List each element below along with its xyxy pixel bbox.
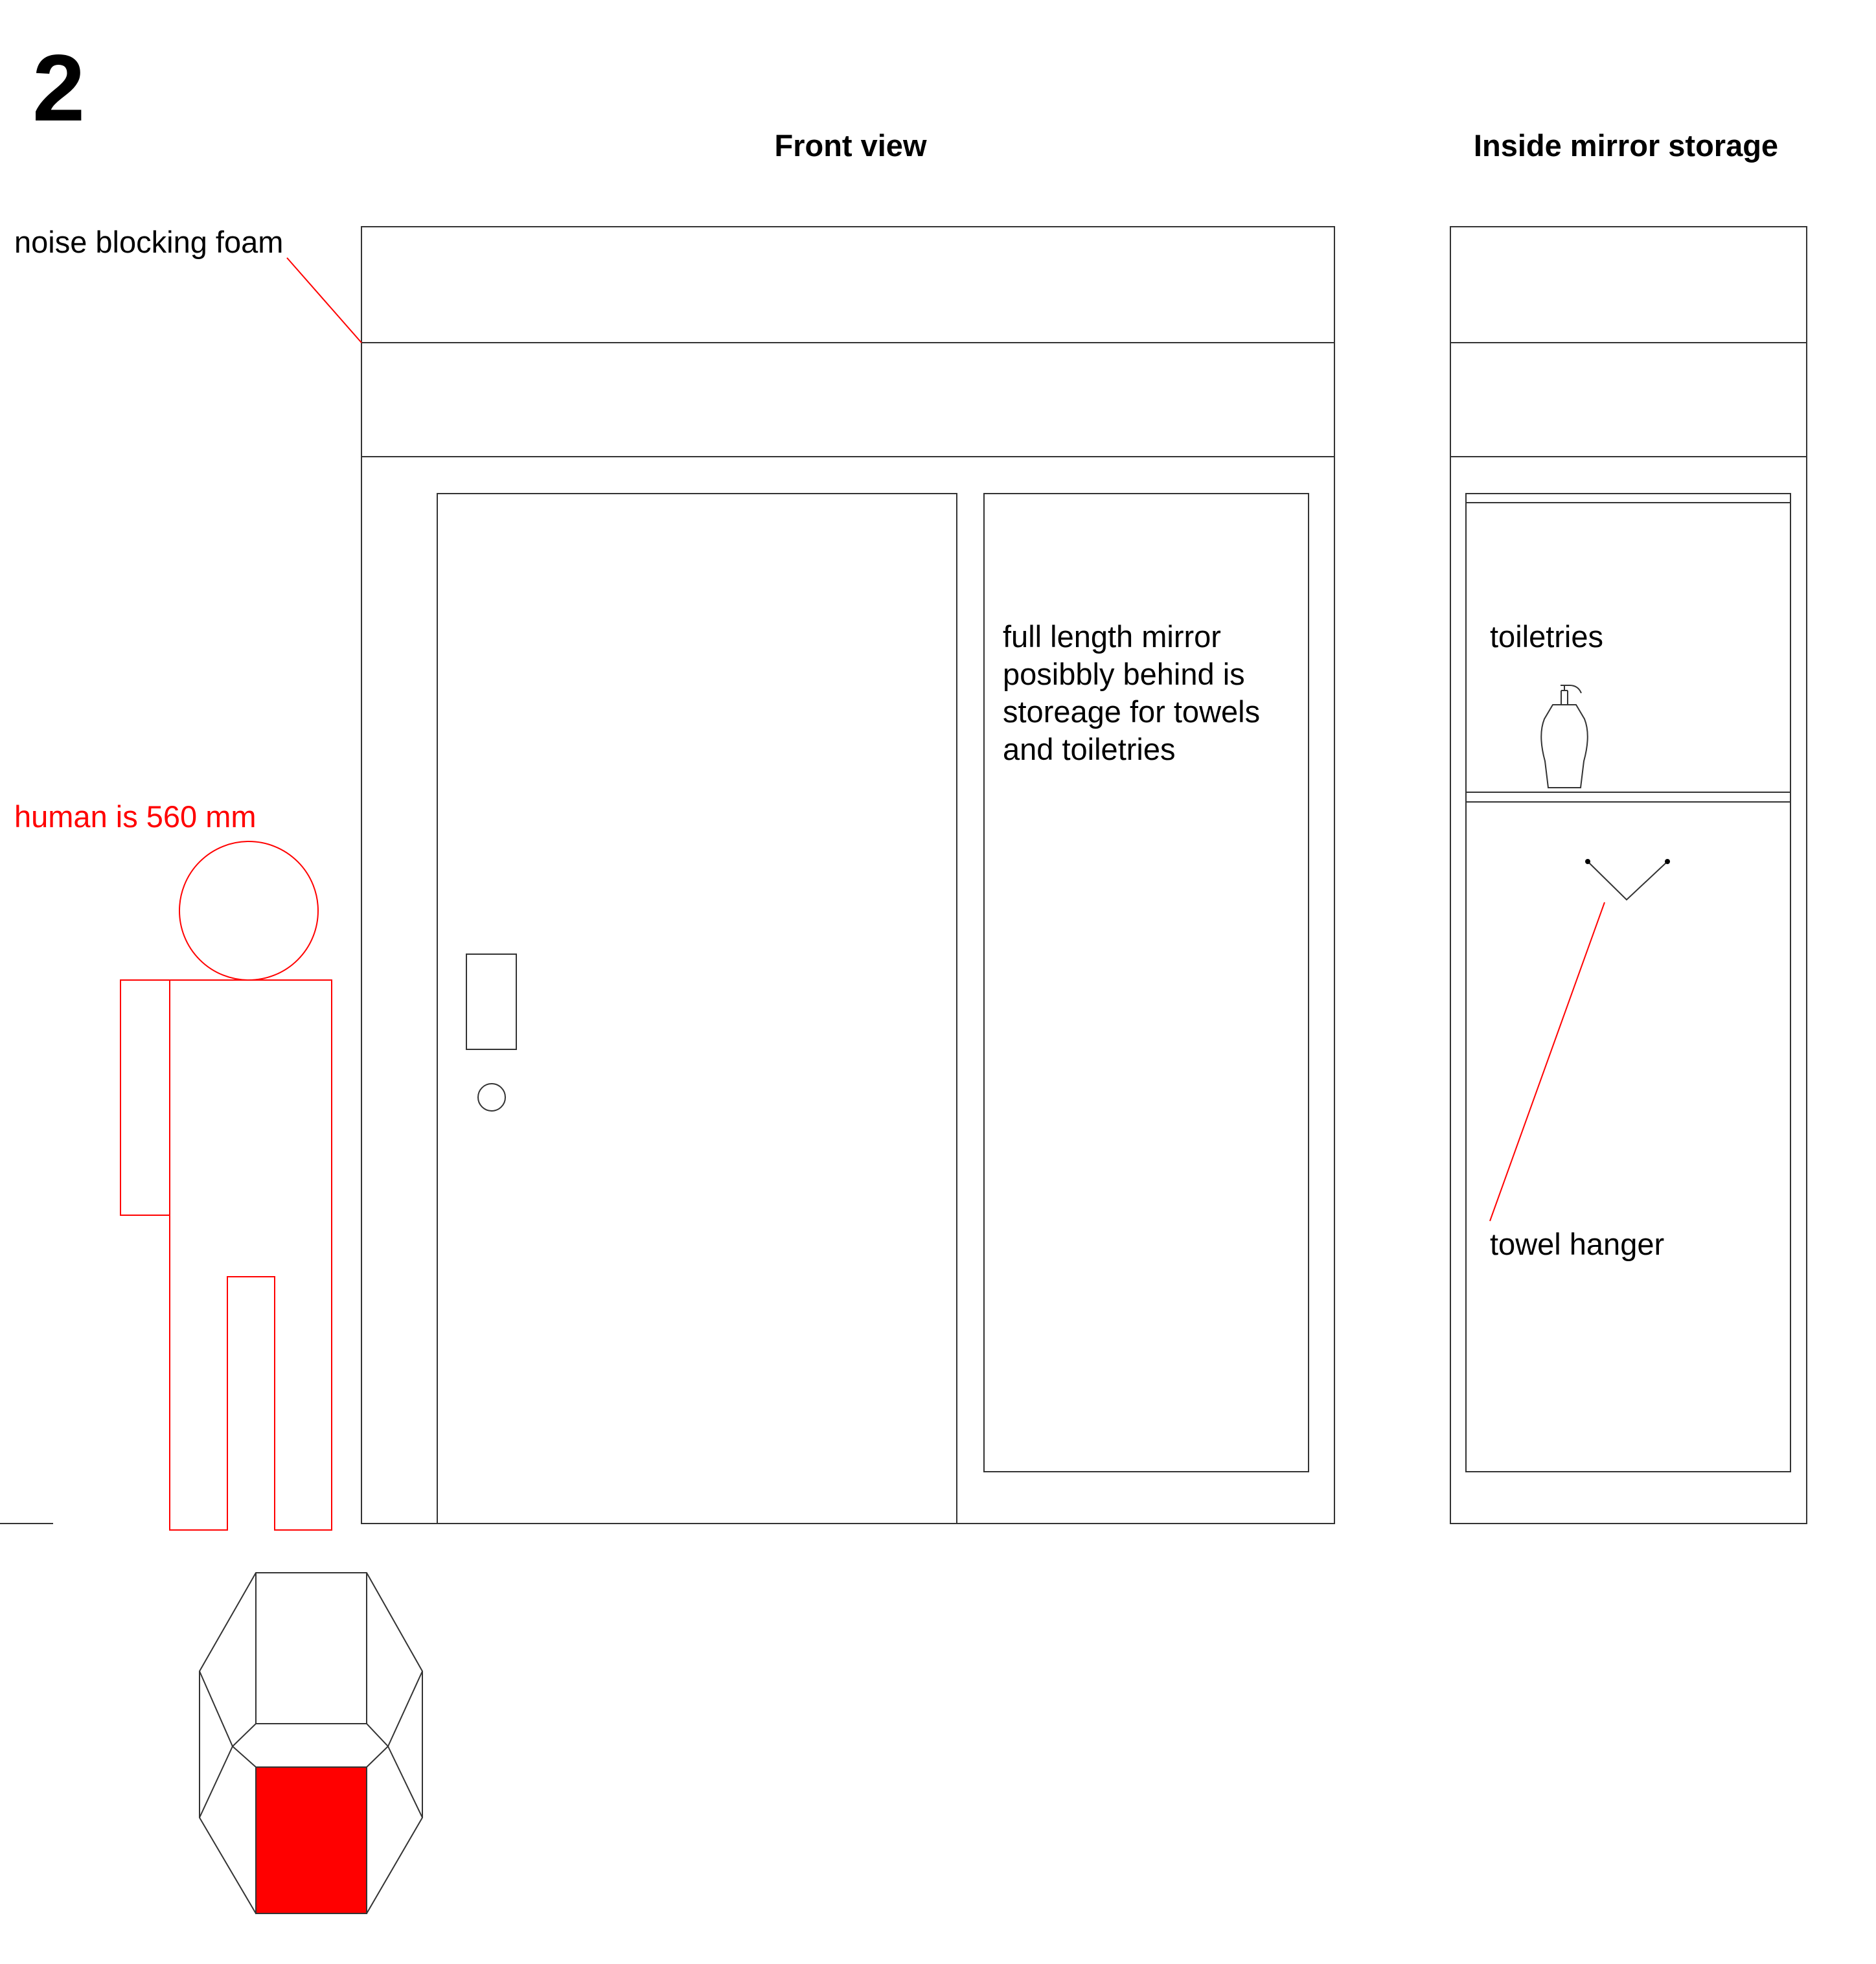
storage-frame	[1450, 226, 1807, 1524]
mirror-note-line-3: storeage for towels	[1003, 694, 1260, 729]
page-number: 2	[32, 35, 85, 141]
front-view-elevation	[361, 226, 1335, 1524]
door-knob	[477, 1083, 506, 1112]
towel-hanger-icon	[1585, 859, 1670, 901]
design-sketch: 2 Front view Inside mirror storage full …	[0, 35, 1807, 1914]
booth-plan-view	[199, 1572, 423, 1914]
human-head	[179, 841, 319, 981]
noise-foam-label: noise blocking foam	[14, 225, 283, 259]
towel-hanger-leader	[1489, 902, 1605, 1222]
occupant-marker	[255, 1766, 367, 1914]
mirror-note-line-4: and toiletries	[1003, 732, 1176, 766]
inside-storage-heading: Inside mirror storage	[1474, 128, 1778, 163]
mirror-note: full length mirror posibbly behind is st…	[1003, 619, 1268, 766]
toiletries-label: toiletries	[1490, 619, 1603, 654]
booth-inner-outline	[231, 1723, 389, 1768]
storage-elevation	[1450, 226, 1807, 1524]
front-frame	[361, 226, 1335, 1524]
mirror-note-line-1: full length mirror	[1003, 619, 1221, 654]
towel-hanger-label: towel hanger	[1490, 1227, 1664, 1261]
mirror-note-line-2: posibbly behind is	[1003, 657, 1245, 691]
noise-foam-leader	[286, 257, 362, 343]
human-arm	[120, 979, 170, 1216]
door-plate	[466, 953, 517, 1050]
human-body	[169, 979, 332, 1531]
human-scale-label: human is 560 mm	[14, 799, 257, 834]
human-figure	[120, 841, 332, 1531]
front-view-heading: Front view	[774, 128, 926, 163]
soap-dispenser-icon	[1540, 685, 1588, 788]
door	[437, 493, 957, 1524]
